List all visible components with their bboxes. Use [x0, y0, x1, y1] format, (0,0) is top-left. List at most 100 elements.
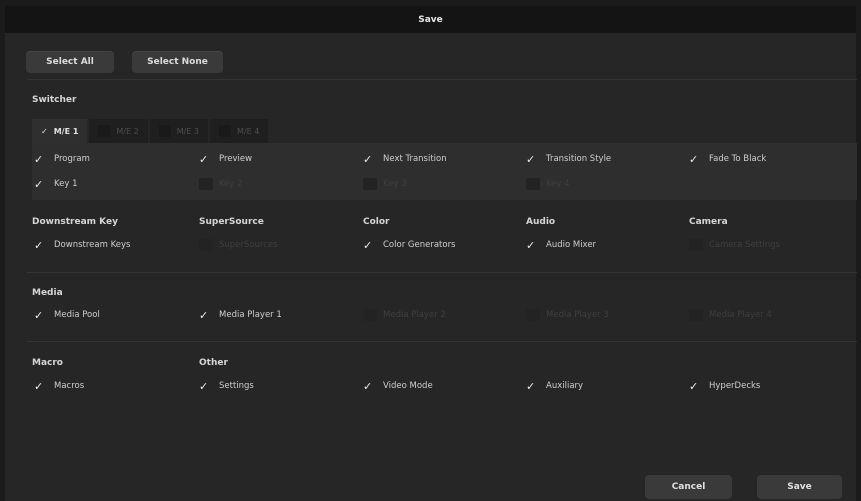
- color-title: Color: [363, 217, 390, 227]
- checkbox[interactable]: [363, 153, 377, 165]
- option-transition-style[interactable]: Transition Style: [526, 153, 611, 165]
- audio-title: Audio: [526, 217, 556, 227]
- select-none-button[interactable]: Select None: [132, 51, 223, 73]
- option-label: Downstream Keys: [54, 240, 131, 250]
- option-label: Settings: [219, 381, 254, 391]
- option-label: Key 2: [219, 179, 243, 189]
- option-audio-mixer[interactable]: Audio Mixer: [526, 239, 596, 251]
- checkbox[interactable]: [34, 380, 48, 392]
- checkbox[interactable]: [199, 178, 213, 190]
- checkbox[interactable]: [34, 239, 48, 251]
- select-all-button[interactable]: Select All: [26, 51, 114, 73]
- checkbox[interactable]: [689, 153, 703, 165]
- option-media-player-1[interactable]: Media Player 1: [199, 309, 282, 321]
- checkbox[interactable]: [363, 178, 377, 190]
- media-title: Media: [32, 288, 63, 298]
- other-title: Other: [199, 358, 228, 368]
- option-camera-settings[interactable]: Camera Settings: [689, 239, 780, 251]
- checkbox[interactable]: [526, 153, 540, 165]
- checkbox[interactable]: [158, 125, 171, 137]
- option-label: Fade To Black: [709, 154, 767, 164]
- option-next-transition[interactable]: Next Transition: [363, 153, 447, 165]
- downstream-key-title: Downstream Key: [32, 217, 118, 227]
- tab-me-2[interactable]: M/E 2: [89, 119, 148, 143]
- option-media-player-2[interactable]: Media Player 2: [363, 309, 446, 321]
- option-label: Auxiliary: [546, 381, 584, 391]
- option-label: Preview: [219, 154, 253, 164]
- option-label: Media Pool: [54, 310, 100, 320]
- option-media-pool[interactable]: Media Pool: [34, 309, 100, 321]
- checkbox[interactable]: [526, 309, 540, 321]
- option-label: SuperSources: [219, 240, 278, 250]
- option-label: Next Transition: [383, 154, 447, 164]
- tab-label: M/E 3: [176, 126, 199, 136]
- option-label: Key 1: [54, 179, 78, 189]
- option-preview[interactable]: Preview: [199, 153, 252, 165]
- option-media-player-4[interactable]: Media Player 4: [689, 309, 772, 321]
- checkbox[interactable]: [199, 309, 213, 321]
- tab-me-1[interactable]: ✓ M/E 1: [32, 119, 88, 143]
- divider: [27, 341, 857, 342]
- checkbox[interactable]: [199, 380, 213, 392]
- checkbox[interactable]: [219, 125, 231, 137]
- checkbox[interactable]: [689, 239, 703, 251]
- option-label: Media Player 1: [219, 310, 282, 320]
- tab-label: M/E 2: [116, 126, 139, 136]
- checkbox[interactable]: [199, 153, 213, 165]
- option-color-generators[interactable]: Color Generators: [363, 239, 456, 251]
- option-label: Program: [54, 154, 90, 164]
- option-auxiliary[interactable]: Auxiliary: [526, 380, 583, 392]
- option-label: Key 3: [383, 179, 407, 189]
- checkbox[interactable]: [526, 178, 540, 190]
- option-label: Media Player 3: [546, 310, 609, 320]
- option-downstream-keys[interactable]: Downstream Keys: [34, 239, 130, 251]
- option-label: Macros: [54, 381, 85, 391]
- option-settings[interactable]: Settings: [199, 380, 254, 392]
- checkbox[interactable]: [526, 239, 540, 251]
- option-media-player-3[interactable]: Media Player 3: [526, 309, 609, 321]
- option-label: HyperDecks: [709, 381, 761, 391]
- option-supersources[interactable]: SuperSources: [199, 239, 278, 251]
- check-icon[interactable]: ✓: [41, 127, 48, 136]
- option-key-4[interactable]: Key 4: [526, 178, 570, 190]
- save-button[interactable]: Save: [757, 475, 842, 499]
- checkbox[interactable]: [363, 309, 377, 321]
- divider: [27, 79, 857, 80]
- checkbox[interactable]: [689, 309, 703, 321]
- checkbox[interactable]: [363, 380, 377, 392]
- option-macros[interactable]: Macros: [34, 380, 84, 392]
- checkbox[interactable]: [689, 380, 703, 392]
- option-label: Transition Style: [546, 154, 612, 164]
- option-label: Camera Settings: [709, 240, 780, 250]
- option-program[interactable]: Program: [34, 153, 90, 165]
- option-key-3[interactable]: Key 3: [363, 178, 407, 190]
- cancel-button[interactable]: Cancel: [645, 475, 732, 499]
- dialog-title: Save: [5, 6, 856, 33]
- option-label: Color Generators: [383, 240, 456, 250]
- checkbox[interactable]: [34, 153, 48, 165]
- tab-label: M/E 1: [53, 126, 79, 136]
- option-key-1[interactable]: Key 1: [34, 178, 78, 190]
- option-label: Media Player 2: [383, 310, 446, 320]
- checkbox[interactable]: [34, 178, 48, 190]
- save-dialog: Save Select All Select None Switcher ✓ M…: [5, 6, 857, 501]
- checkbox[interactable]: [526, 380, 540, 392]
- option-label: Key 4: [546, 179, 570, 189]
- option-fade-to-black[interactable]: Fade To Black: [689, 153, 766, 165]
- option-label: Audio Mixer: [546, 240, 597, 250]
- checkbox[interactable]: [98, 125, 111, 137]
- option-key-2[interactable]: Key 2: [199, 178, 243, 190]
- option-video-mode[interactable]: Video Mode: [363, 380, 433, 392]
- checkbox[interactable]: [199, 239, 213, 251]
- tab-me-3[interactable]: M/E 3: [149, 119, 208, 143]
- tab-me-4[interactable]: M/E 4: [210, 119, 269, 143]
- tab-label: M/E 4: [237, 126, 260, 136]
- checkbox[interactable]: [34, 309, 48, 321]
- option-label: Media Player 4: [709, 310, 772, 320]
- camera-title: Camera: [689, 217, 728, 227]
- option-hyperdecks[interactable]: HyperDecks: [689, 380, 760, 392]
- me-tabs: ✓ M/E 1 M/E 2 M/E 3 M/E 4: [32, 119, 270, 143]
- checkbox[interactable]: [363, 239, 377, 251]
- macro-title: Macro: [32, 358, 63, 368]
- option-label: Video Mode: [383, 381, 433, 391]
